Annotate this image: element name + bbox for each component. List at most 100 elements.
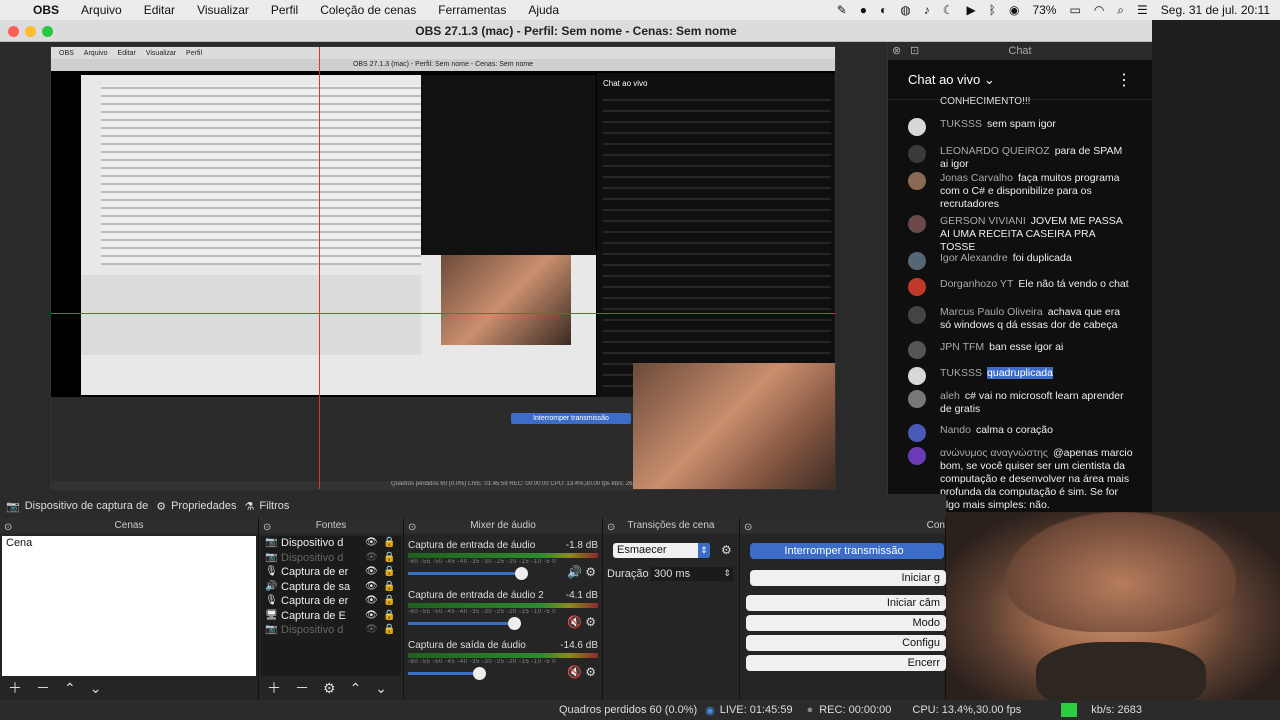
start-recording-button[interactable]: Iniciar g bbox=[750, 570, 946, 586]
avatar[interactable] bbox=[908, 447, 926, 465]
chat-author[interactable]: ανώνυμος αναγνώστης bbox=[940, 447, 1048, 459]
scene-item[interactable]: Cena bbox=[2, 536, 256, 551]
lock-icon[interactable]: 🔒 bbox=[383, 565, 401, 580]
source-item[interactable]: 🎙 Captura de er 👁 🔒 bbox=[261, 594, 401, 609]
chat-author[interactable]: aleh bbox=[940, 390, 960, 402]
eye-icon[interactable]: 👁 bbox=[365, 594, 383, 609]
volume-slider[interactable]: 🔇 ⚙ bbox=[408, 665, 598, 680]
chat-message[interactable]: Marcus Paulo Oliveira achava que era só w… bbox=[908, 306, 1133, 332]
eye-icon[interactable]: 👁 bbox=[365, 580, 383, 595]
move-down-button[interactable]: ⌄ bbox=[375, 680, 387, 697]
settings-button[interactable]: Configu bbox=[746, 635, 946, 651]
filters-button[interactable]: ⚗ Filtros bbox=[245, 500, 290, 513]
chat-message[interactable]: GERSON VIVIANI JOVEM ME PASSA AI UMA RECE… bbox=[908, 215, 1133, 254]
volume-icon[interactable]: ♪ bbox=[924, 3, 930, 17]
menu-arquivo[interactable]: Arquivo bbox=[70, 3, 133, 17]
menu-perfil[interactable]: Perfil bbox=[260, 3, 309, 17]
contrast-icon[interactable]: ◐ bbox=[880, 3, 887, 17]
chat-author[interactable]: TUKSSS bbox=[940, 118, 982, 130]
wifi-icon[interactable]: ◠ bbox=[1094, 3, 1104, 17]
remove-scene-button[interactable]: － bbox=[36, 678, 50, 698]
duration-field[interactable]: 300 ms ⇕ bbox=[651, 567, 733, 581]
chat-author[interactable]: Igor Alexandre bbox=[940, 252, 1008, 264]
menu-visualizar[interactable]: Visualizar bbox=[186, 3, 260, 17]
move-up-button[interactable]: ⌃ bbox=[64, 680, 76, 697]
transition-settings-icon[interactable]: ⚙ bbox=[721, 543, 732, 557]
battery-percent[interactable]: 73% bbox=[1032, 3, 1056, 17]
chat-mode-dropdown[interactable]: Chat ao vivo bbox=[908, 72, 980, 87]
obs-tray-icon[interactable]: ● bbox=[860, 3, 867, 17]
avatar[interactable] bbox=[908, 390, 926, 408]
more-options-icon[interactable]: ⋮ bbox=[1116, 70, 1132, 90]
eye-icon[interactable]: 👁 bbox=[365, 609, 383, 624]
chat-author[interactable]: Jonas Carvalho bbox=[940, 172, 1013, 184]
avatar[interactable] bbox=[908, 424, 926, 442]
chat-message[interactable]: TUKSSS quadruplicada bbox=[908, 367, 1133, 385]
zoom-window-icon[interactable] bbox=[42, 26, 53, 37]
menu-colecao-cenas[interactable]: Coleção de cenas bbox=[309, 3, 427, 17]
lock-icon[interactable]: 🔒 bbox=[383, 580, 401, 595]
eye-icon[interactable]: 👁 bbox=[365, 623, 383, 638]
undock-icon[interactable]: ⊙ bbox=[744, 520, 752, 536]
pen-icon[interactable]: ✎ bbox=[837, 3, 847, 17]
bluetooth-icon[interactable]: ᛒ bbox=[989, 3, 996, 17]
eye-icon[interactable]: 👁 bbox=[365, 565, 383, 580]
avatar[interactable] bbox=[908, 118, 926, 136]
eye-icon[interactable]: 👁 bbox=[365, 551, 383, 566]
gear-icon[interactable]: ⚙ bbox=[585, 565, 596, 579]
start-virtual-camera-button[interactable]: Iniciar câm bbox=[746, 595, 946, 611]
source-item[interactable]: 📷 Dispositivo d 👁 🔒 bbox=[261, 623, 401, 638]
avatar[interactable] bbox=[908, 341, 926, 359]
avatar[interactable] bbox=[908, 278, 926, 296]
scenes-list[interactable]: Cena bbox=[2, 536, 256, 676]
clock[interactable]: Seg. 31 de jul. 20:11 bbox=[1161, 3, 1270, 17]
moon-icon[interactable]: ☾ bbox=[943, 3, 954, 17]
exit-button[interactable]: Encerr bbox=[746, 655, 946, 671]
undock-icon[interactable]: ⊙ bbox=[607, 520, 615, 536]
move-up-button[interactable]: ⌃ bbox=[350, 680, 362, 697]
lock-icon[interactable]: 🔒 bbox=[383, 536, 401, 551]
source-item[interactable]: 📷 Dispositivo d 👁 🔒 bbox=[261, 551, 401, 566]
lock-icon[interactable]: 🔒 bbox=[383, 594, 401, 609]
avatar[interactable] bbox=[908, 252, 926, 270]
slider-knob[interactable] bbox=[472, 667, 486, 680]
chat-author[interactable]: JPN TFM bbox=[940, 341, 984, 353]
chat-author[interactable]: GERSON VIVIANI bbox=[940, 215, 1026, 227]
chat-message[interactable]: JPN TFM ban esse igor ai bbox=[908, 341, 1133, 359]
globe-icon[interactable]: ◍ bbox=[900, 3, 910, 17]
undock-icon[interactable]: ⊙ bbox=[408, 520, 416, 536]
speaker-icon[interactable]: 🔊 bbox=[567, 565, 582, 579]
lock-icon[interactable]: 🔒 bbox=[383, 551, 401, 566]
properties-button[interactable]: ⚙ Propriedades bbox=[156, 500, 236, 513]
avatar[interactable] bbox=[908, 367, 926, 385]
studio-mode-button[interactable]: Modo bbox=[746, 615, 946, 631]
control-center-icon[interactable]: ☰ bbox=[1137, 3, 1148, 17]
close-icon[interactable]: ⊗ bbox=[892, 42, 901, 60]
lock-icon[interactable]: 🔒 bbox=[383, 623, 401, 638]
lock-icon[interactable]: 🔒 bbox=[383, 609, 401, 624]
avatar[interactable] bbox=[908, 172, 926, 190]
chat-message[interactable]: Igor Alexandre foi duplicada bbox=[908, 252, 1133, 270]
slider-knob[interactable] bbox=[507, 617, 521, 630]
slider-knob[interactable] bbox=[515, 567, 529, 580]
volume-slider[interactable]: 🔊 ⚙ bbox=[408, 565, 598, 580]
chat-message[interactable]: Dorganhozo YT Ele não tá vendo o chat bbox=[908, 278, 1133, 296]
user-icon[interactable]: ◉ bbox=[1009, 3, 1019, 17]
eye-icon[interactable]: 👁 bbox=[365, 536, 383, 551]
close-window-icon[interactable] bbox=[8, 26, 19, 37]
volume-slider[interactable]: 🔇 ⚙ bbox=[408, 615, 598, 630]
undock-icon[interactable]: ⊙ bbox=[4, 520, 12, 536]
avatar[interactable] bbox=[908, 215, 926, 233]
move-down-button[interactable]: ⌄ bbox=[90, 680, 102, 697]
muted-speaker-icon[interactable]: 🔇 bbox=[567, 615, 582, 629]
chat-author[interactable]: Marcus Paulo Oliveira bbox=[940, 306, 1043, 318]
menu-app-obs[interactable]: OBS bbox=[22, 3, 70, 17]
avatar[interactable] bbox=[908, 145, 926, 163]
minimize-window-icon[interactable] bbox=[25, 26, 36, 37]
avatar[interactable] bbox=[908, 306, 926, 324]
float-icon[interactable]: ⊡ bbox=[910, 42, 919, 60]
muted-speaker-icon[interactable]: 🔇 bbox=[567, 665, 582, 679]
sources-list[interactable]: 📷 Dispositivo d 👁 🔒 📷 Dispositivo d 👁 🔒 🎙 Captura… bbox=[261, 536, 401, 676]
chat-message[interactable]: Jonas Carvalho faça muitos programa com o… bbox=[908, 172, 1133, 211]
chat-author[interactable]: Dorganhozo YT bbox=[940, 278, 1013, 290]
